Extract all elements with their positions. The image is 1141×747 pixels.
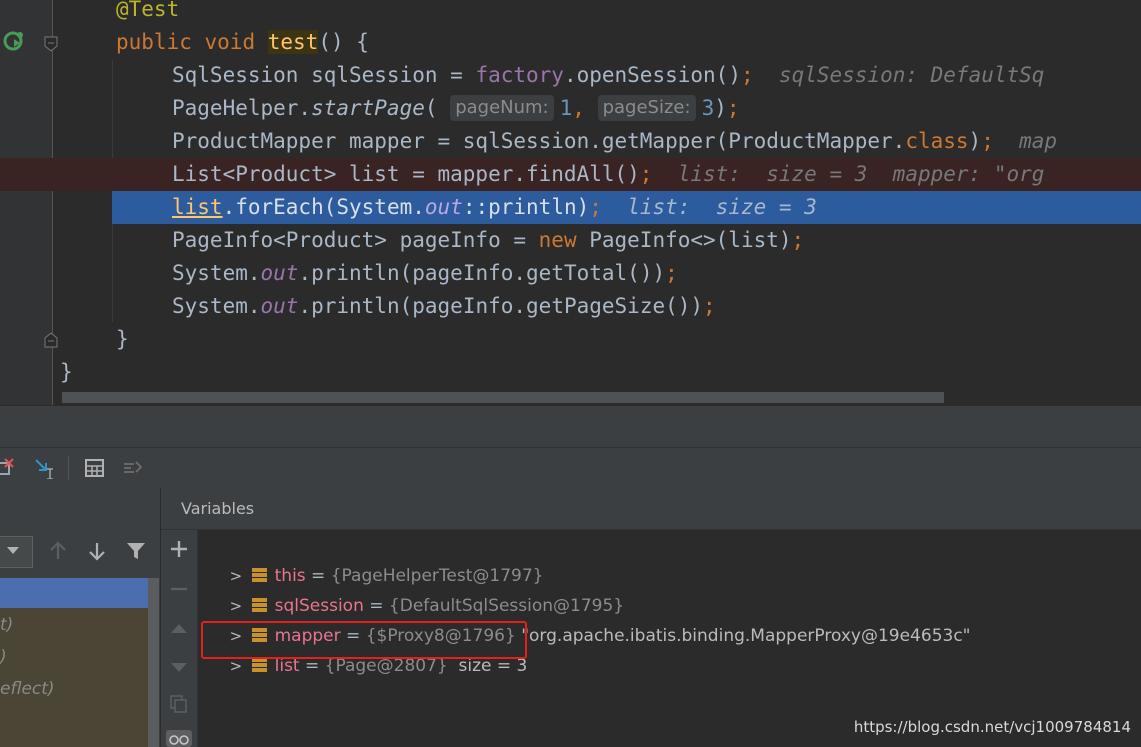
frame-item[interactable]: ) [0,641,148,673]
move-up-icon[interactable] [170,620,188,638]
variable-row[interactable]: > this = {PageHelperTest@1797} [198,531,544,586]
horizontal-scrollbar[interactable] [62,392,944,403]
frame-item[interactable]: eflect) [0,673,148,705]
filter-icon[interactable] [126,542,146,560]
code-line[interactable]: System.out.println(pageInfo.getPageSize(… [0,290,1141,323]
inline-debug-value: map [1019,129,1058,153]
evaluate-expression-icon[interactable] [84,457,106,479]
inline-debug-value: list: size = 3 [627,195,817,219]
keyword-void: void [204,30,256,54]
highlight-box [201,621,527,659]
frames-panel: t) ) eflect) [0,488,161,747]
code-line[interactable]: ProductMapper mapper = sqlSession.getMap… [0,125,1141,158]
code-line[interactable]: } [0,356,1141,389]
frame-selected[interactable] [0,578,148,608]
variable-row[interactable]: > mapper = {$Proxy8@1796} "org.apache.iba… [198,591,971,646]
param-hint: pageSize: [597,95,696,121]
inline-debug-value: list: size = 3 mapper: "org [677,162,1045,186]
inline-debug-value: sqlSession: DefaultSq [778,63,1045,87]
frame-item[interactable]: t) [0,609,148,641]
code-line[interactable]: public void test() { [0,26,1141,59]
panel-splitter[interactable] [0,405,1141,448]
chevron-down-icon [7,547,19,554]
restore-layout-icon[interactable] [0,457,18,479]
arrow-down-icon[interactable] [88,541,106,561]
watermark: https://blog.csdn.net/vcj1009784814 [853,718,1131,736]
keyword-public: public [116,30,192,54]
variables-side-toolbar [161,530,198,747]
add-watch-icon[interactable] [170,540,188,558]
param-hint: pageNum: [450,95,554,121]
execution-line[interactable]: list.forEach(System.out::println); list:… [112,191,1141,224]
code-line[interactable]: } [0,323,1141,356]
variable-row[interactable]: > sqlSession = {DefaultSqlSession@1795} [198,561,624,616]
remove-watch-icon[interactable] [170,580,188,598]
move-down-icon[interactable] [170,658,188,676]
frames-scrollbar[interactable] [148,578,159,747]
copy-icon[interactable] [170,695,188,713]
thread-dropdown[interactable] [0,536,33,568]
debug-toolbar [0,447,1141,489]
step-into-icon[interactable] [33,457,55,479]
code-line[interactable]: PageInfo<Product> pageInfo = new PageInf… [0,224,1141,257]
variables-header: Variables [161,488,1141,530]
code-line[interactable]: SqlSession sqlSession = factory.openSess… [0,59,1141,92]
variables-title: Variables [181,499,255,518]
toolbar-divider [68,456,69,480]
code-line[interactable]: @Test [0,0,1141,26]
code-editor[interactable]: @Test public void test() { SqlSession sq… [0,0,1141,405]
code-line[interactable]: System.out.println(pageInfo.getTotal()); [0,257,1141,290]
annotation-test: @Test [116,0,180,21]
field-icon [251,658,267,673]
method-name-test: test [267,30,319,54]
code-line[interactable]: PageHelper.startPage( pageNum: 1, pageSiz… [0,92,1141,125]
glasses-icon[interactable] [166,730,192,747]
arrow-up-icon[interactable] [49,541,67,561]
trace-icon[interactable] [122,457,144,479]
breakpoint-line[interactable]: List<Product> list = mapper.findAll(); l… [0,158,1141,191]
